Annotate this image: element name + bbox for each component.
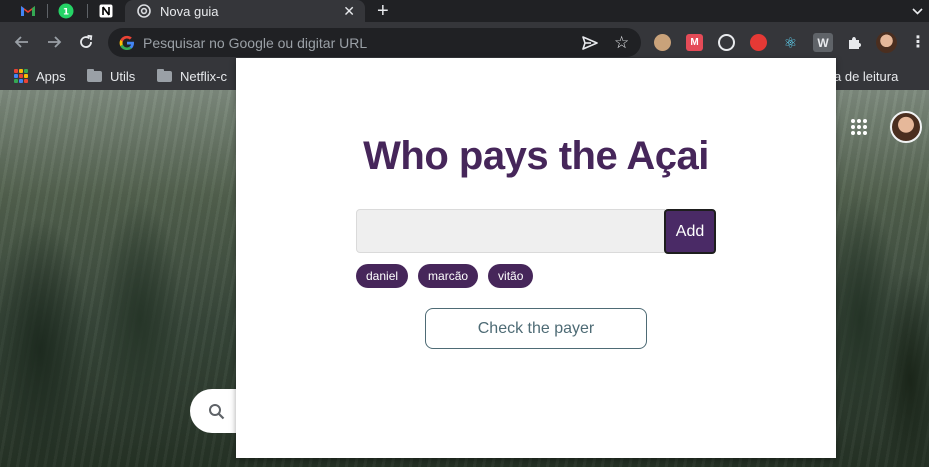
browser-toolbar: Pesquisar no Google ou digitar URL ☆ M ⚛…	[0, 22, 929, 62]
profile-avatar[interactable]	[876, 32, 897, 53]
tab-search-icon[interactable]	[912, 0, 923, 22]
notion-icon	[99, 4, 113, 18]
google-g-icon	[119, 35, 134, 50]
name-chip: daniel	[356, 264, 409, 288]
address-bar[interactable]: Pesquisar no Google ou digitar URL ☆	[108, 28, 641, 57]
pinned-tab-gmail[interactable]	[9, 0, 47, 22]
extension-target-icon[interactable]	[718, 34, 735, 51]
reload-icon	[80, 34, 93, 48]
forward-button[interactable]	[41, 22, 67, 62]
back-button[interactable]	[9, 22, 35, 62]
reload-button[interactable]	[73, 22, 99, 62]
pinned-tab-notion[interactable]	[87, 0, 125, 22]
tab-title: Nova guia	[160, 3, 219, 19]
add-button[interactable]: Add	[664, 209, 716, 254]
new-tab-button[interactable]: +	[377, 0, 389, 22]
extension-hand-icon[interactable]	[750, 34, 767, 51]
check-payer-button[interactable]: Check the payer	[425, 308, 647, 349]
name-input[interactable]	[356, 209, 665, 253]
bookmark-netflix[interactable]: Netflix-c	[157, 62, 227, 90]
puzzle-icon[interactable]	[846, 34, 863, 51]
tab-separator	[87, 4, 88, 18]
bookmark-utils[interactable]: Utils	[87, 62, 135, 90]
svg-text:1: 1	[63, 8, 69, 18]
search-icon	[209, 403, 225, 419]
folder-icon	[87, 68, 102, 82]
apps-grid-icon	[14, 69, 28, 83]
bookmark-label: Utils	[110, 68, 136, 84]
chrome-icon	[137, 4, 151, 18]
extension-popup: Who pays the Açai Add daniel marcão vitã…	[236, 58, 836, 458]
whatsapp-icon: 1	[58, 3, 74, 19]
tab-strip: 1 Nova guia ✕ +	[0, 0, 929, 22]
send-icon[interactable]	[582, 28, 598, 57]
tab-close-icon[interactable]: ✕	[343, 0, 355, 22]
bookmark-label: Netflix-c	[180, 68, 227, 84]
name-chip: vitão	[488, 264, 534, 288]
tab-nova-guia[interactable]: Nova guia ✕	[125, 0, 365, 22]
extension-m-icon[interactable]: M	[686, 34, 703, 51]
tab-separator	[47, 4, 48, 18]
arrow-right-icon	[48, 36, 62, 48]
menu-kebab-icon[interactable]: ⋮	[910, 22, 926, 62]
ntp-profile-avatar[interactable]	[890, 111, 922, 143]
bookmark-apps[interactable]: Apps	[14, 62, 66, 90]
extension-w-icon[interactable]: W	[813, 33, 833, 52]
pinned-tab-whatsapp[interactable]: 1	[47, 0, 85, 22]
extension-icon-1[interactable]	[654, 34, 671, 51]
name-list: daniel marcão vitão	[356, 264, 534, 288]
address-bar-placeholder: Pesquisar no Google ou digitar URL	[143, 34, 368, 51]
bookmark-label: Apps	[36, 68, 66, 84]
folder-icon	[157, 68, 172, 82]
page-title: Who pays the Açai	[363, 134, 709, 178]
gmail-icon	[21, 6, 35, 16]
react-devtools-icon[interactable]: ⚛	[782, 34, 799, 52]
google-apps-icon[interactable]	[851, 119, 867, 135]
bookmark-star-icon[interactable]: ☆	[614, 28, 629, 57]
name-chip: marcão	[418, 264, 479, 288]
arrow-left-icon	[14, 36, 28, 48]
